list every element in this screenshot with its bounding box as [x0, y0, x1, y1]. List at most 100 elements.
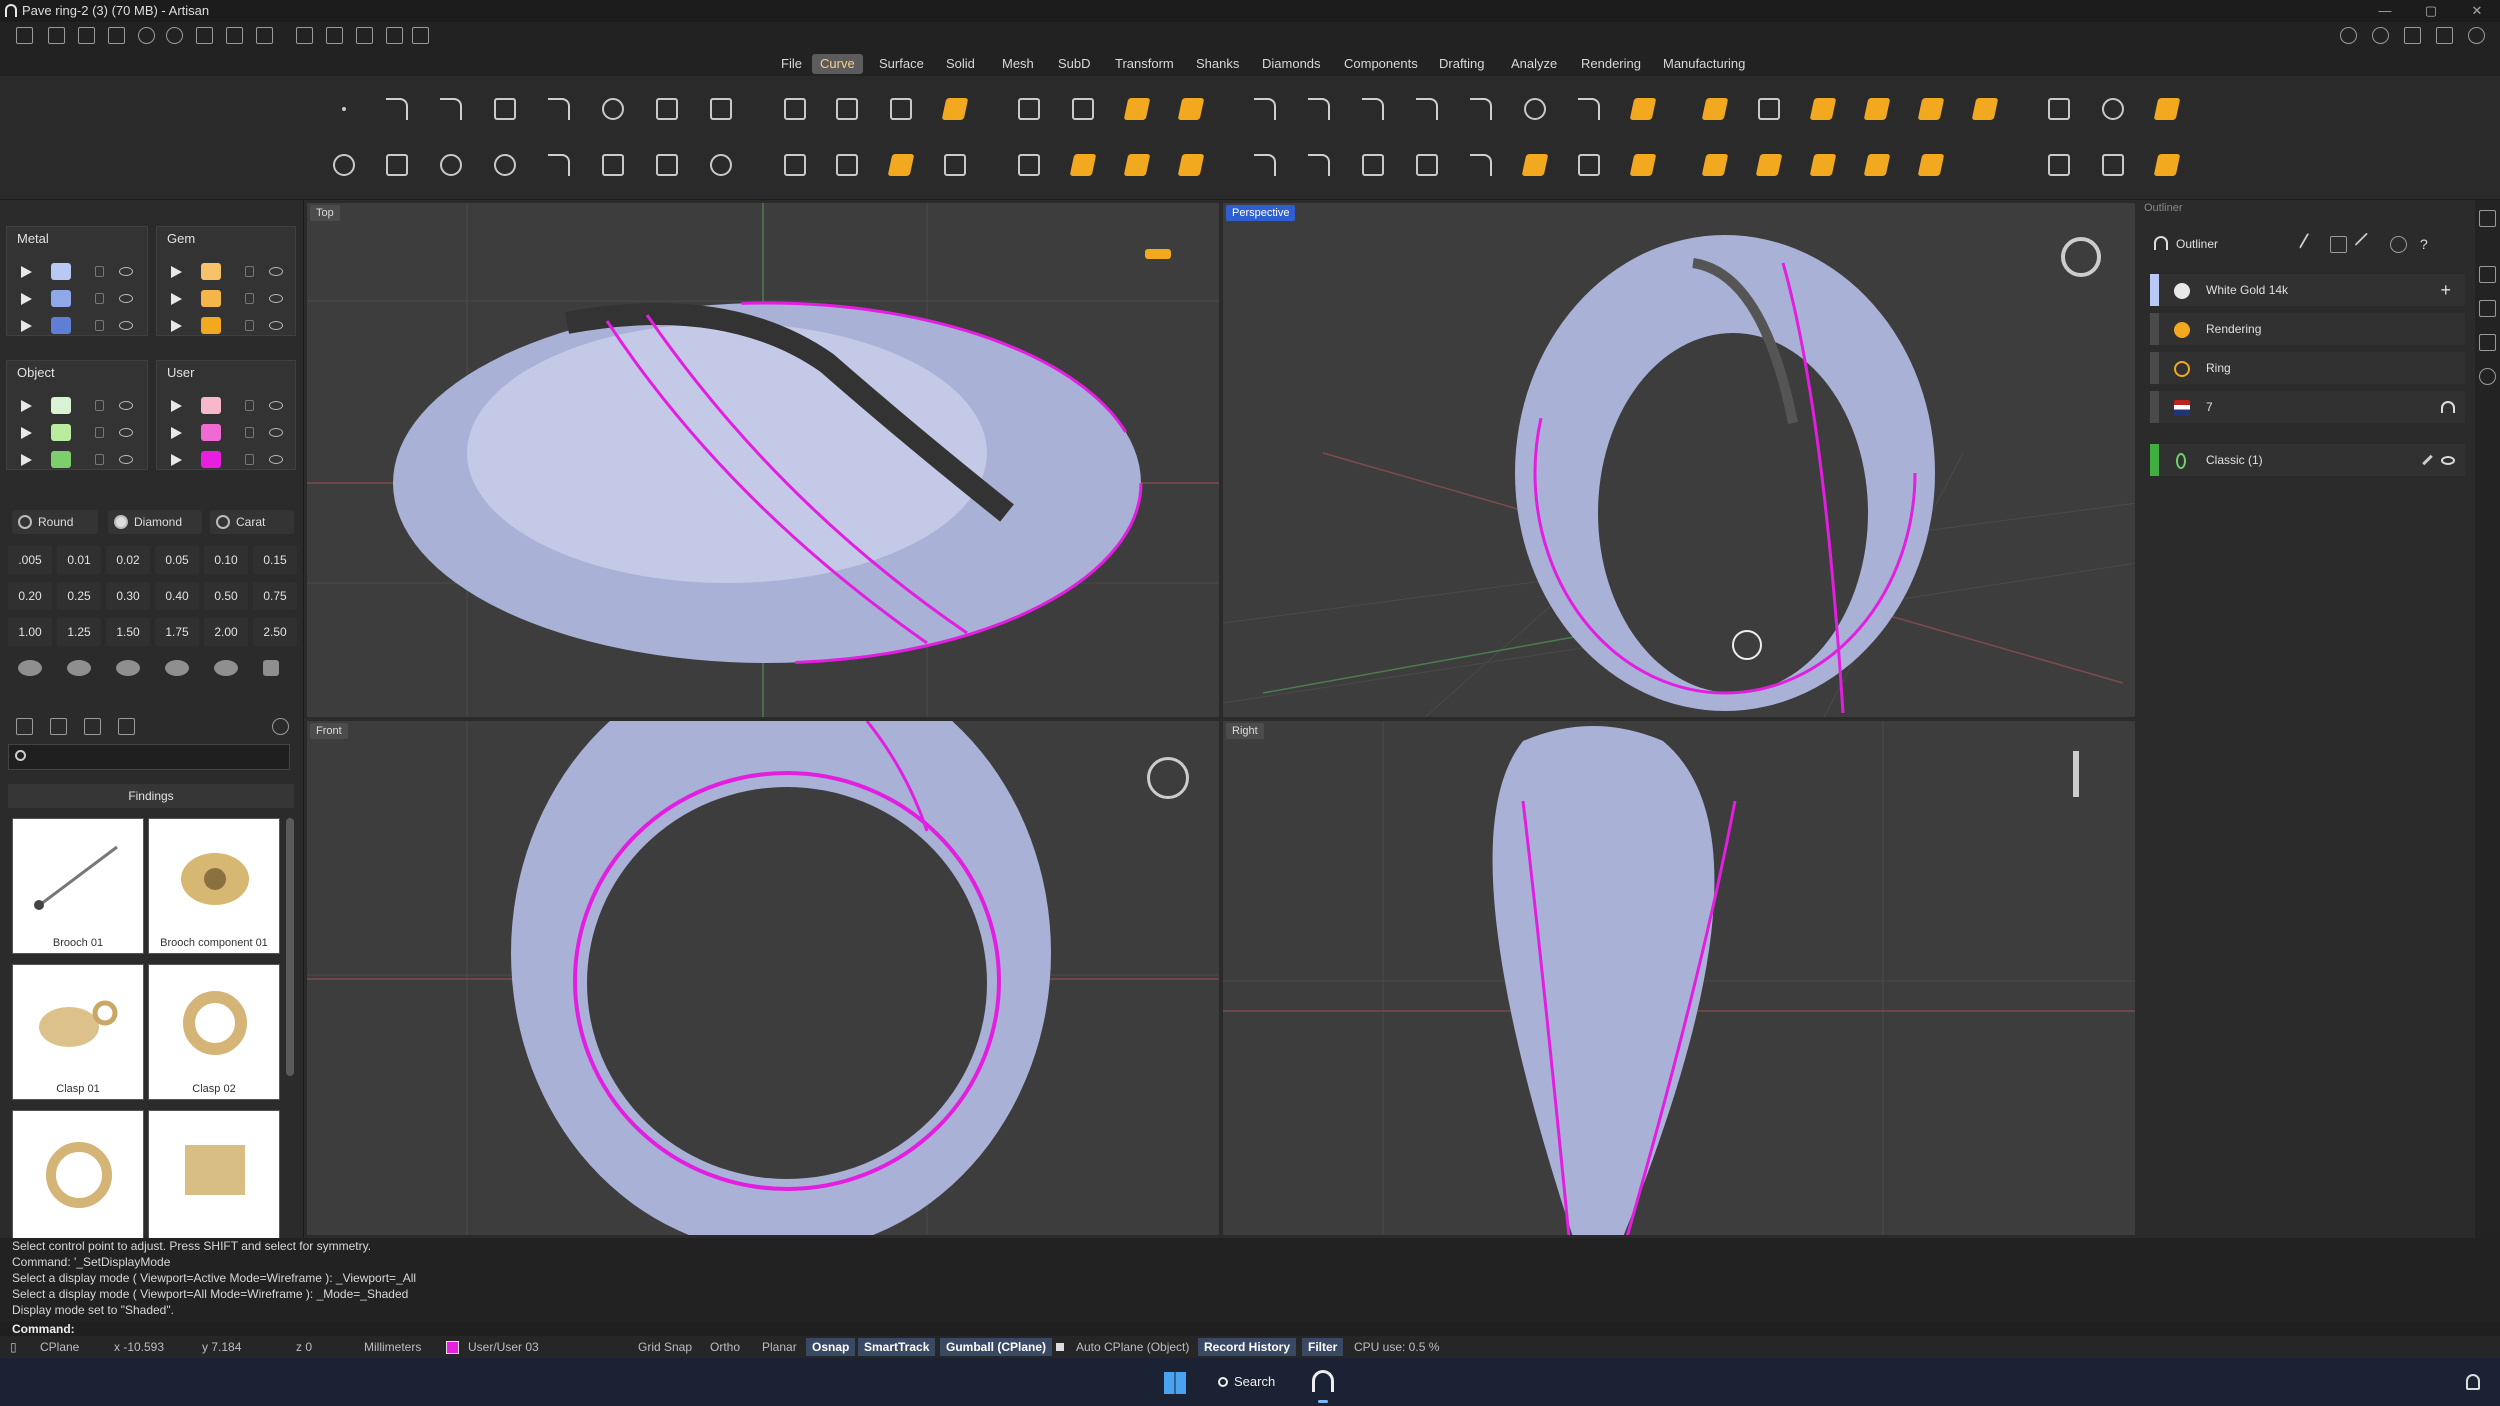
gem-layer-row[interactable]	[157, 315, 295, 337]
eye-icon[interactable]	[119, 321, 133, 330]
account-icon[interactable]	[2340, 27, 2357, 44]
lock-icon[interactable]	[245, 427, 254, 438]
viewport-right[interactable]: Right	[1222, 720, 2136, 1236]
eye-icon[interactable]	[269, 321, 283, 330]
layer-color-swatch[interactable]	[51, 263, 71, 280]
edit-icon[interactable]	[2354, 232, 2379, 257]
library-scrollbar[interactable]	[286, 818, 294, 1076]
eye-icon[interactable]	[269, 428, 283, 437]
curve-on-surface-icon[interactable]	[648, 90, 686, 128]
expand-icon[interactable]	[21, 320, 32, 332]
expand-icon[interactable]	[21, 427, 32, 439]
eye-icon[interactable]	[269, 294, 283, 303]
circle-tool-icon[interactable]	[325, 146, 363, 184]
carat-button[interactable]: 0.01	[57, 546, 101, 574]
layer-color-swatch[interactable]	[201, 263, 221, 280]
carat-button[interactable]: 2.50	[253, 618, 297, 646]
viewport-top[interactable]: Top	[306, 202, 1220, 718]
arc-tool-icon[interactable]	[486, 146, 524, 184]
open-recent-icon[interactable]	[108, 27, 125, 44]
carat-button[interactable]: 0.10	[204, 546, 248, 574]
dots-curve-icon[interactable]	[1354, 146, 1392, 184]
object-layer-row[interactable]	[7, 422, 147, 444]
balance-icon[interactable]	[2330, 236, 2347, 253]
split-shank-icon[interactable]	[1858, 146, 1896, 184]
pin-icon[interactable]	[2073, 751, 2079, 797]
wavy-curve-icon[interactable]	[1570, 146, 1608, 184]
viewport-front[interactable]: Front	[306, 720, 1220, 1236]
menu-analyze[interactable]: Analyze	[1503, 54, 1565, 74]
menu-curve[interactable]: Curve	[812, 54, 863, 74]
wave-curve-icon[interactable]	[1516, 90, 1554, 128]
brush-tool-icon[interactable]	[2040, 90, 2078, 128]
menu-surface[interactable]: Surface	[871, 54, 932, 74]
gallery-tool-icon[interactable]	[1966, 90, 2004, 128]
cloud-icon[interactable]	[2404, 27, 2421, 44]
viewport-label-perspective[interactable]: Perspective	[1226, 205, 1296, 221]
ring-front-icon[interactable]	[1147, 757, 1189, 799]
carat-button[interactable]: 0.25	[57, 582, 101, 610]
layer-color-swatch[interactable]	[51, 424, 71, 441]
metal-layer-row[interactable]	[7, 288, 147, 310]
expand-icon[interactable]	[21, 293, 32, 305]
projection-icon[interactable]	[936, 146, 974, 184]
ring-profile-icon[interactable]	[1696, 90, 1734, 128]
outliner-row-classic[interactable]: Classic (1)	[2150, 444, 2465, 476]
layer-color-swatch[interactable]	[201, 397, 221, 414]
carat-button[interactable]: 1.50	[106, 618, 150, 646]
metal-layer-row[interactable]	[7, 315, 147, 337]
rebuild-curve-icon[interactable]	[1624, 90, 1662, 128]
menu-solid[interactable]: Solid	[938, 54, 983, 74]
outliner-row-material[interactable]: White Gold 14k +	[2150, 274, 2465, 306]
save-as-icon[interactable]	[226, 27, 243, 44]
menu-components[interactable]: Components	[1336, 54, 1426, 74]
bezel-tool-icon[interactable]	[1804, 90, 1842, 128]
gem-preset-icon[interactable]	[165, 660, 189, 676]
eye-icon[interactable]	[119, 267, 133, 276]
ellipse-tool-icon[interactable]	[432, 146, 470, 184]
ring-wizard-icon[interactable]	[2094, 90, 2132, 128]
save-incremental-icon[interactable]	[256, 27, 273, 44]
viewport-label-front[interactable]: Front	[310, 723, 348, 739]
library-item-brooch-01[interactable]: Brooch 01	[12, 818, 144, 954]
user-layer-row[interactable]	[157, 422, 295, 444]
carat-button[interactable]: 1.75	[155, 618, 199, 646]
library-folder-icon[interactable]	[16, 718, 33, 735]
gem-preset-icon[interactable]	[67, 660, 91, 676]
panel-toggle-icon[interactable]: ▯	[4, 1336, 23, 1358]
arch-curve-icon[interactable]	[1354, 90, 1392, 128]
cushion-tool-icon[interactable]	[1750, 146, 1788, 184]
image-trace-icon[interactable]	[936, 90, 974, 128]
join-curve-icon[interactable]	[1064, 90, 1102, 128]
layer-color-swatch[interactable]	[201, 317, 221, 334]
trim-curve-icon[interactable]	[1010, 146, 1048, 184]
layer-color-swatch[interactable]	[446, 1341, 459, 1354]
undo-icon[interactable]	[138, 27, 155, 44]
carat-button[interactable]: .005	[8, 546, 52, 574]
viewport-perspective[interactable]: Perspective	[1222, 202, 2136, 718]
menu-subd[interactable]: SubD	[1050, 54, 1099, 74]
flatten-curve-icon[interactable]	[1516, 146, 1554, 184]
menu-manufacturing[interactable]: Manufacturing	[1655, 54, 1753, 74]
match-curve-icon[interactable]	[1408, 90, 1446, 128]
offset-curve-icon[interactable]	[1118, 90, 1156, 128]
gem-preset-icon[interactable]	[214, 660, 238, 676]
hand-curve-icon[interactable]	[828, 146, 866, 184]
library-item[interactable]	[12, 1110, 144, 1246]
shank-tool-icon[interactable]	[1750, 90, 1788, 128]
fit-view-icon[interactable]	[2094, 146, 2132, 184]
carat-button[interactable]: 0.05	[155, 546, 199, 574]
interpolate-curve-icon[interactable]	[540, 90, 578, 128]
planar-toggle[interactable]: Planar	[756, 1336, 803, 1358]
cutters-tool-icon[interactable]	[2040, 146, 2078, 184]
user-layer-row[interactable]	[157, 449, 295, 471]
layers-icon[interactable]	[2479, 266, 2496, 283]
layer-color-swatch[interactable]	[51, 451, 71, 468]
carat-button[interactable]: 0.02	[106, 546, 150, 574]
pipe-curve-icon[interactable]	[1570, 90, 1608, 128]
units-status[interactable]: Millimeters	[358, 1336, 427, 1358]
polyline-tool-icon[interactable]	[432, 90, 470, 128]
new-file-icon[interactable]	[16, 27, 33, 44]
filter-toggle[interactable]: Filter	[1302, 1338, 1344, 1356]
outliner-row-rendering[interactable]: Rendering	[2150, 313, 2465, 345]
